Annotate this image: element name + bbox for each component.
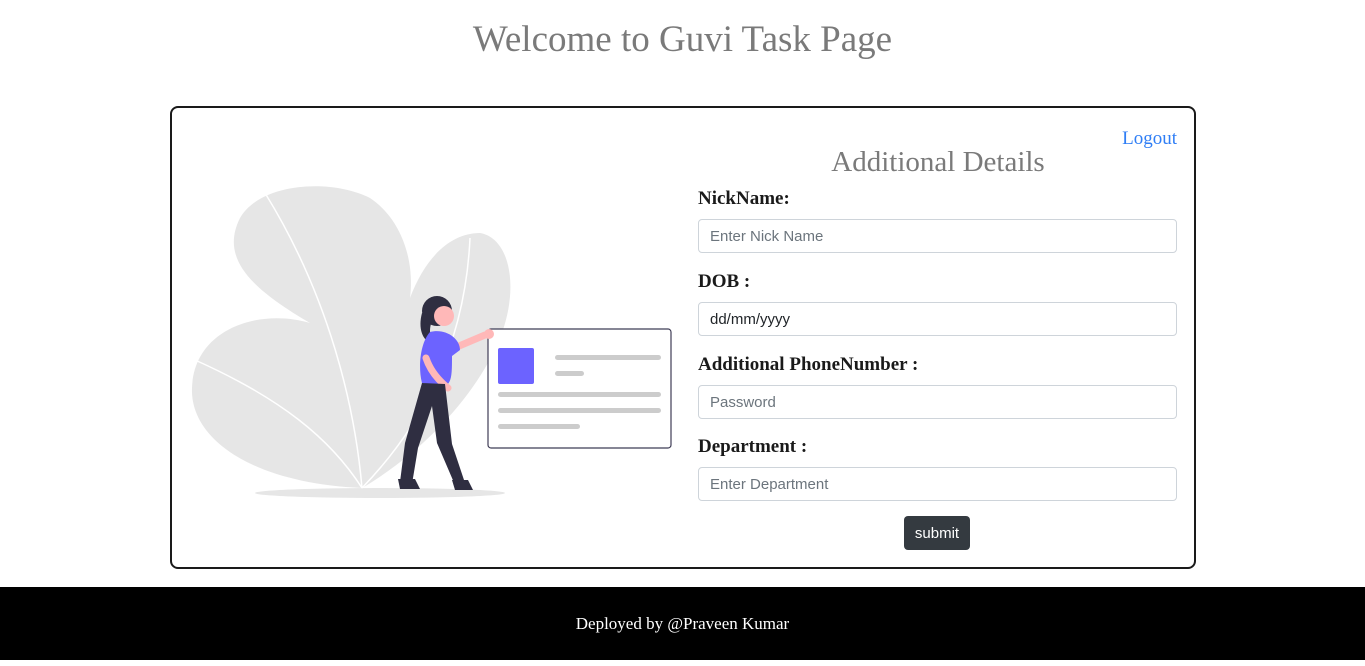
person-with-card-illustration — [191, 186, 672, 498]
footer-text: Deployed by @Praveen Kumar — [575, 614, 790, 633]
page-title: Welcome to Guvi Task Page — [472, 19, 893, 60]
dob-input[interactable] — [698, 302, 1177, 336]
dob-label: DOB : — [698, 271, 751, 292]
department-label: Department : — [698, 436, 808, 457]
details-card: Logout Additional Details NickName: DOB … — [170, 106, 1196, 569]
additional-phone-input[interactable] — [698, 385, 1177, 419]
form-title: Additional Details — [831, 146, 1045, 178]
additional-phone-label: Additional PhoneNumber : — [698, 354, 919, 375]
footer: Deployed by @Praveen Kumar — [0, 587, 1365, 660]
nickname-label: NickName: — [698, 188, 790, 209]
department-input[interactable] — [698, 467, 1177, 501]
nickname-input[interactable] — [698, 219, 1177, 253]
submit-button[interactable]: submit — [904, 516, 970, 550]
